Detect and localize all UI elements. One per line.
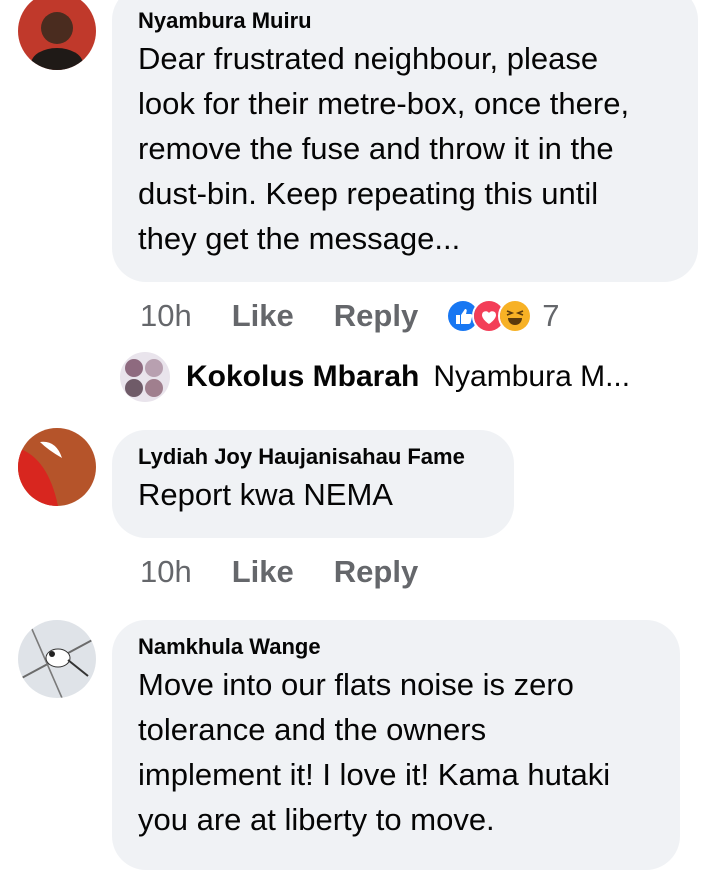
comment-text-line: Move into our flats noise is zero: [138, 667, 574, 702]
comment-text-line: remove the fuse and throw it in the: [138, 131, 614, 166]
reaction-count: 7: [542, 298, 560, 333]
comment-text-line: they get the message...: [138, 221, 461, 256]
like-button[interactable]: Like: [232, 554, 294, 590]
reaction-summary[interactable]: 7: [446, 298, 559, 334]
comment-text-line: you are at liberty to move.: [138, 802, 495, 837]
comment-author[interactable]: Namkhula Wange: [138, 632, 654, 662]
avatar-lydiah-joy[interactable]: [18, 428, 96, 506]
comment-bubble: Lydiah Joy Haujanisahau Fame Report kwa …: [112, 430, 514, 538]
comment-time[interactable]: 10h: [140, 554, 192, 590]
comment-time[interactable]: 10h: [140, 298, 192, 334]
comment-actions: 10h Like Reply: [140, 554, 458, 590]
comment-bubble: Namkhula Wange Move into our flats noise…: [112, 620, 680, 870]
comment-text-line: look for their metre-box, once there,: [138, 86, 630, 121]
reply-button[interactable]: Reply: [334, 298, 418, 334]
comment-author[interactable]: Lydiah Joy Haujanisahau Fame: [138, 442, 488, 472]
comment-text-line: dust-bin. Keep repeating this until: [138, 176, 599, 211]
reply-author[interactable]: Kokolus Mbarah: [186, 360, 419, 394]
avatar-nyambura-muiru[interactable]: [18, 0, 96, 70]
comment-actions: 10h Like Reply 7: [140, 298, 559, 334]
comment-text-line: tolerance and the owners: [138, 712, 487, 747]
comment-author[interactable]: Nyambura Muiru: [138, 6, 672, 36]
comment-text-line: Dear frustrated neighbour, please: [138, 41, 599, 76]
reply-preview[interactable]: Kokolus Mbarah Nyambura M...: [120, 352, 630, 402]
haha-icon: [498, 299, 533, 333]
comment-bubble: Nyambura Muiru Dear frustrated neighbour…: [112, 0, 698, 282]
reply-preview-text: Nyambura M...: [433, 360, 631, 393]
avatar-kokolus-mbarah[interactable]: [120, 352, 170, 402]
comment-text-line: implement it! I love it! Kama hutaki: [138, 757, 611, 792]
like-button[interactable]: Like: [232, 298, 294, 334]
comment-text-line: Report kwa NEMA: [138, 477, 393, 512]
avatar-namkhula-wange[interactable]: [18, 620, 96, 698]
reply-button[interactable]: Reply: [334, 554, 418, 590]
